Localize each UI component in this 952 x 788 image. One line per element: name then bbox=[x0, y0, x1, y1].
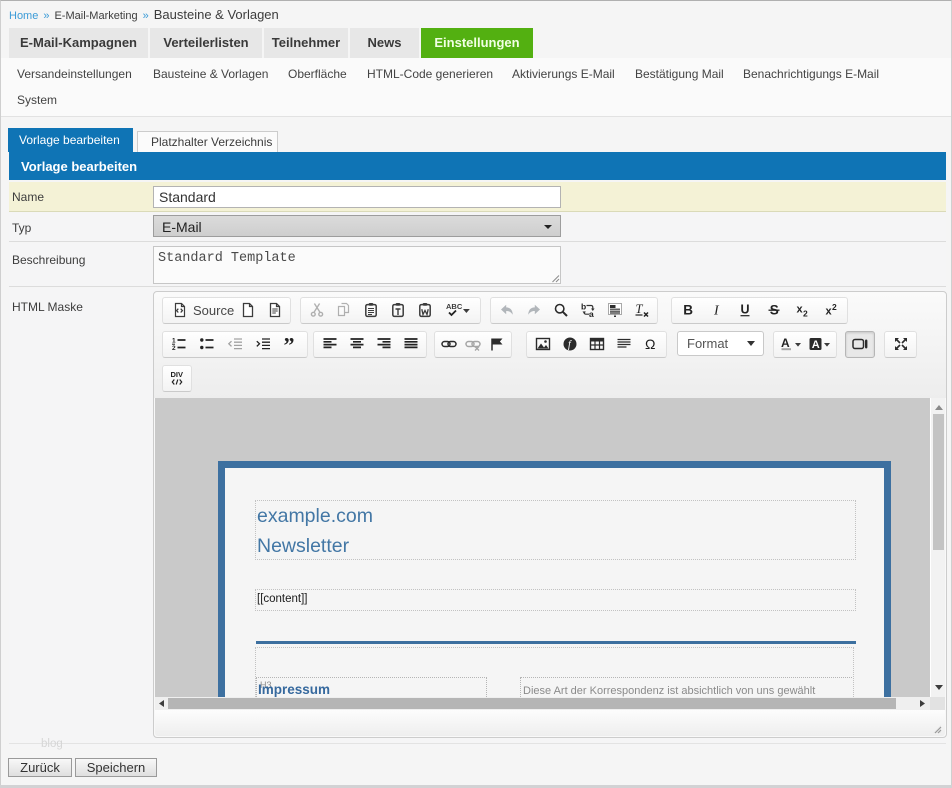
svg-text:T: T bbox=[635, 302, 643, 316]
svg-text:A: A bbox=[811, 339, 819, 351]
svg-text:2: 2 bbox=[172, 345, 176, 352]
svg-text:B: B bbox=[683, 303, 693, 318]
svg-text:ABC: ABC bbox=[446, 302, 463, 311]
svg-text:1: 1 bbox=[172, 338, 176, 345]
svg-text:”: ” bbox=[284, 336, 295, 352]
svg-text:I: I bbox=[713, 304, 720, 319]
svg-text:2: 2 bbox=[832, 302, 837, 312]
svg-text:DIV: DIV bbox=[171, 370, 184, 379]
svg-text:U: U bbox=[741, 303, 750, 317]
svg-text:Ω: Ω bbox=[645, 336, 655, 352]
svg-text:b: b bbox=[581, 302, 586, 312]
svg-text:2: 2 bbox=[803, 309, 808, 319]
svg-text:A: A bbox=[781, 336, 790, 350]
